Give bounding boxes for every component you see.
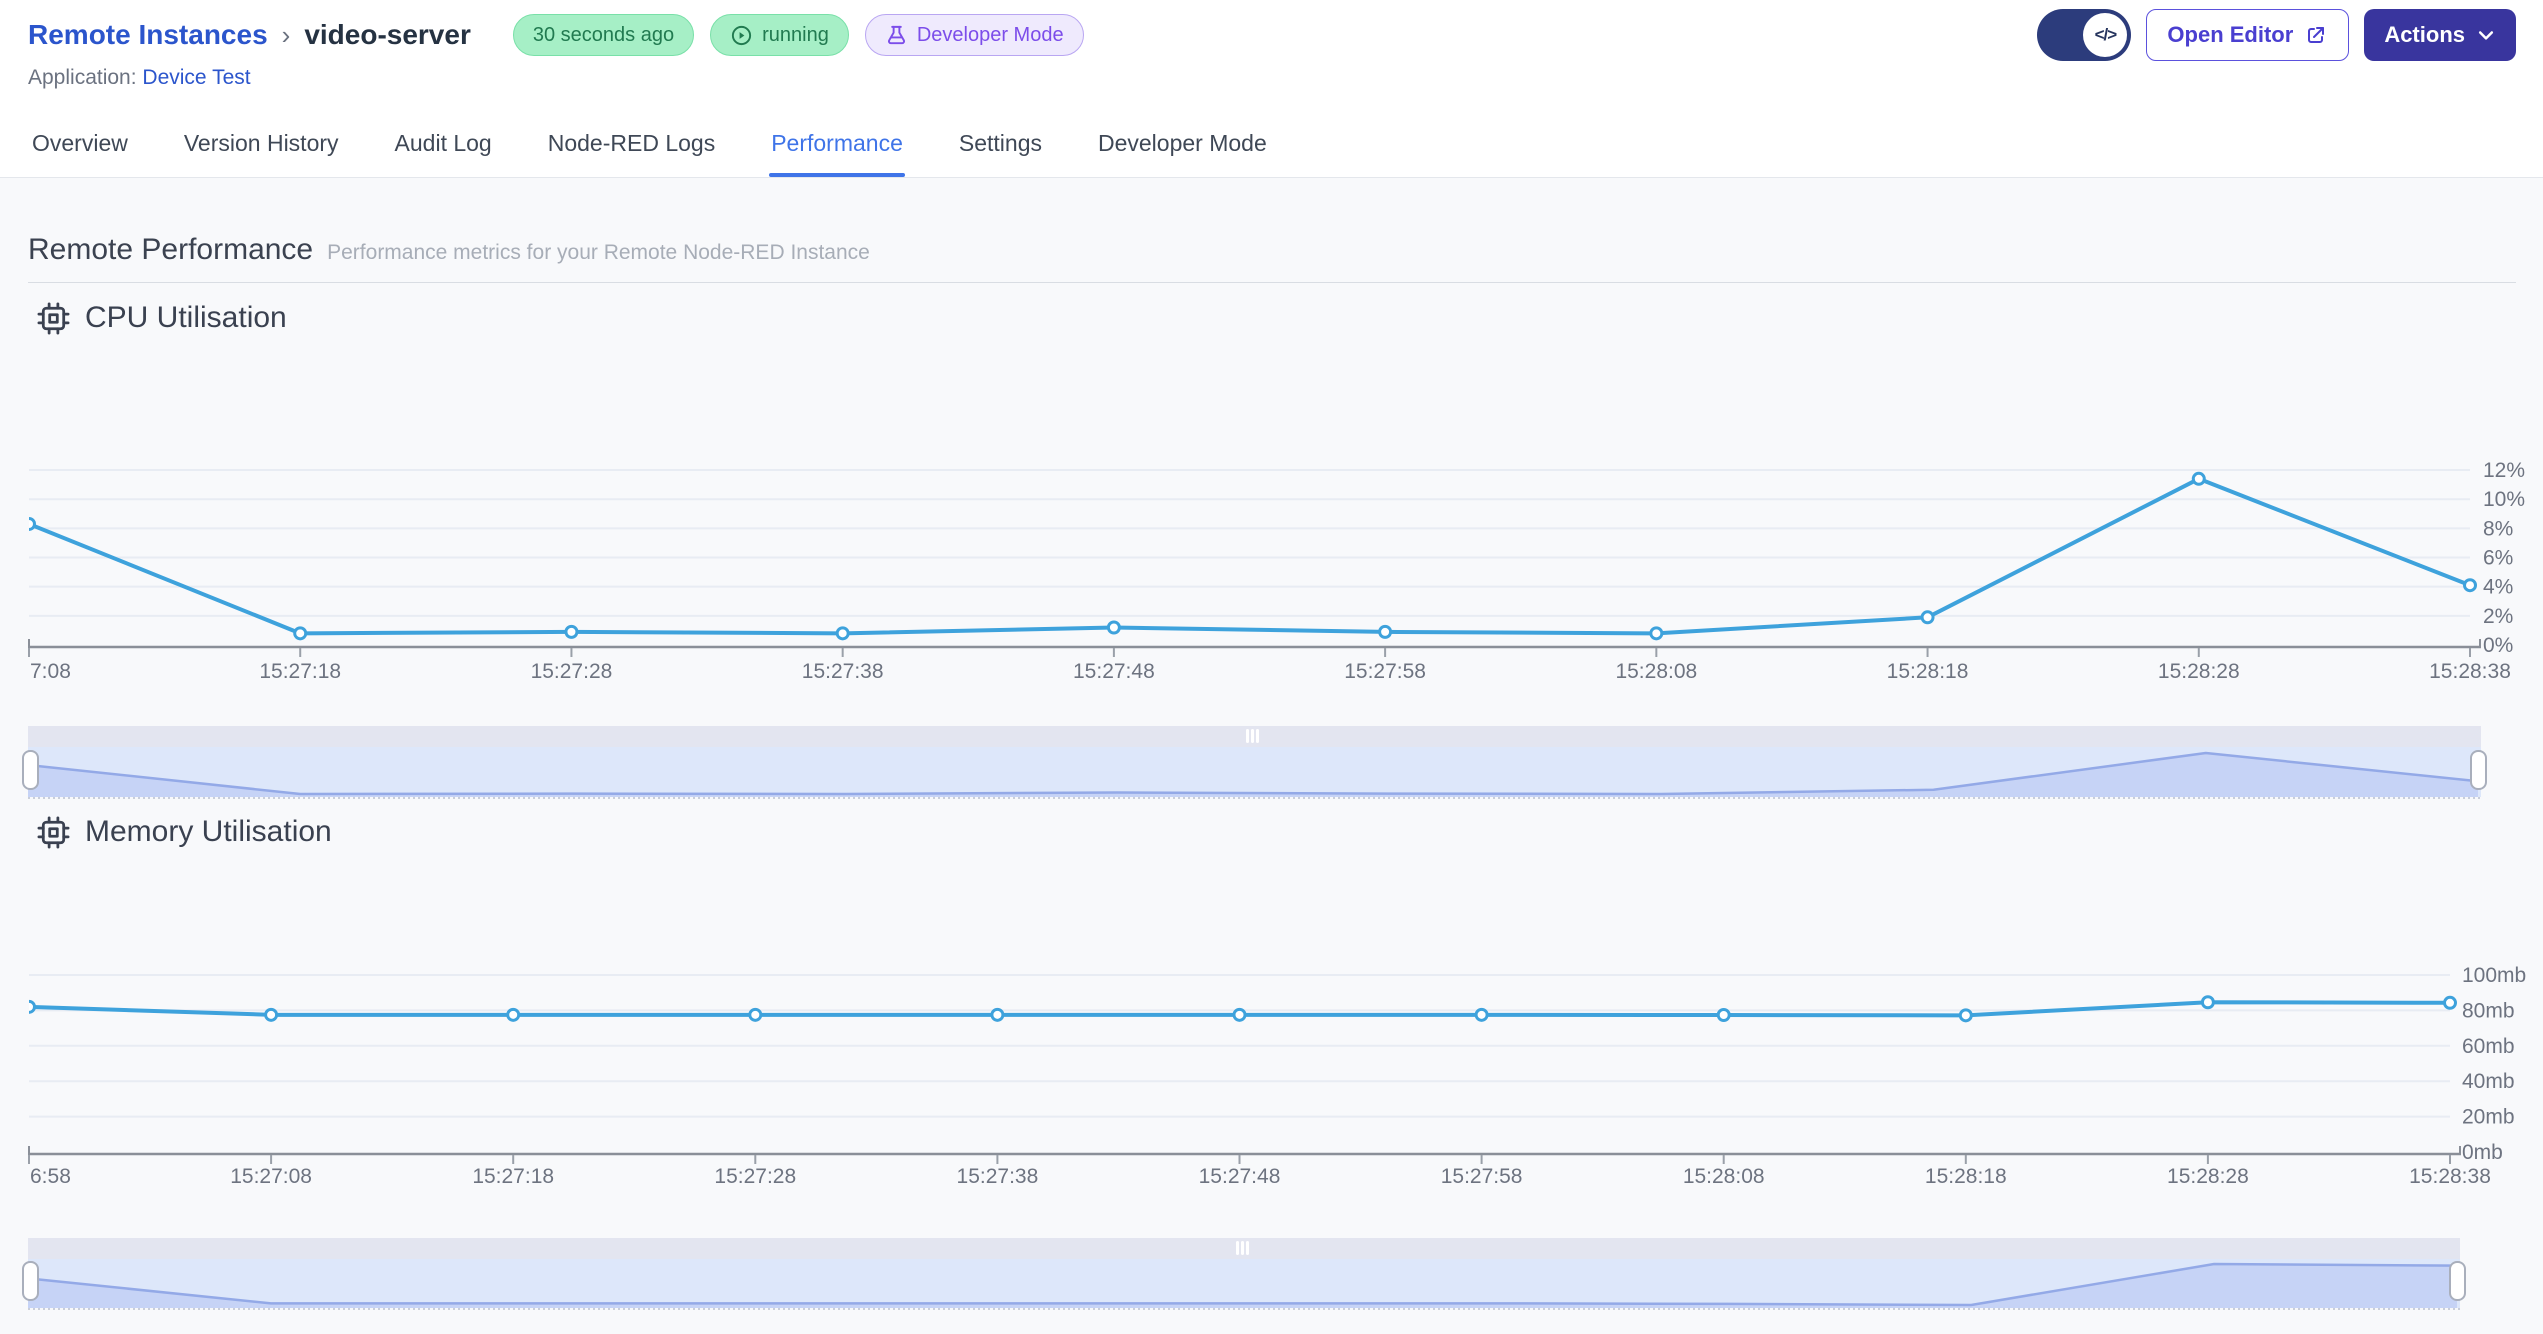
cpu-y-label: 10% (2483, 488, 2525, 511)
memory-x-label: 15:27:38 (957, 1165, 1039, 1188)
cpu-brush-grip-icon[interactable] (1246, 729, 1249, 743)
memory-point (2200, 995, 2215, 1010)
cpu-x-label: 15:27:28 (531, 660, 613, 683)
memory-point (29, 999, 36, 1014)
cpu-point (564, 624, 579, 639)
memory-point (1958, 1008, 1973, 1023)
memory-brush-grip-icon[interactable] (1246, 1241, 1249, 1255)
cpu-brush-grip-icon[interactable] (1256, 729, 1259, 743)
charts-layer: 7:08 15:27:18 15:27:28 15:27:38 15:27:48 15:2… (22, 459, 2526, 1310)
memory-x-label: 15:27:58 (1441, 1165, 1523, 1188)
memory-y-label: 100mb (2462, 964, 2526, 987)
cpu-point (835, 626, 850, 641)
cpu-y-label: 0% (2483, 634, 2513, 657)
cpu-point (1649, 626, 1664, 641)
memory-y-label: 80mb (2462, 999, 2515, 1022)
cpu-point (1920, 610, 1935, 625)
cpu-x-label: 15:27:38 (802, 660, 884, 683)
memory-x-label: 15:27:18 (472, 1165, 554, 1188)
cpu-x-label: 7:08 (30, 660, 71, 683)
cpu-point (29, 516, 36, 531)
memory-point (748, 1007, 763, 1022)
memory-y-label: 40mb (2462, 1070, 2515, 1093)
cpu-brush-left-handle[interactable] (22, 750, 39, 790)
memory-point (264, 1007, 279, 1022)
memory-x-label: 15:28:08 (1683, 1165, 1765, 1188)
cpu-x-label: 15:28:18 (1887, 660, 1969, 683)
memory-x-label: 15:27:28 (714, 1165, 796, 1188)
memory-point (1232, 1007, 1247, 1022)
memory-point (1474, 1007, 1489, 1022)
cpu-x-label: 15:27:58 (1344, 660, 1426, 683)
memory-point (2443, 995, 2457, 1010)
cpu-y-label: 2% (2483, 605, 2513, 628)
memory-x-label: 15:28:28 (2167, 1165, 2249, 1188)
memory-brush-grip-icon[interactable] (1236, 1241, 1239, 1255)
memory-series (29, 995, 2457, 1023)
memory-x-label: 15:27:48 (1199, 1165, 1281, 1188)
cpu-point (1378, 624, 1393, 639)
cpu-series (29, 471, 2477, 641)
cpu-y-label: 12% (2483, 459, 2525, 482)
cpu-point (293, 626, 308, 641)
memory-brush-grip-icon[interactable] (1241, 1241, 1244, 1255)
cpu-x-label: 15:27:48 (1073, 660, 1155, 683)
memory-y-label: 20mb (2462, 1106, 2515, 1129)
cpu-x-label: 15:27:18 (259, 660, 341, 683)
cpu-line (29, 476, 2472, 636)
memory-y-label: 60mb (2462, 1035, 2515, 1058)
memory-brush-left-handle[interactable] (22, 1261, 39, 1301)
memory-brush-right-handle[interactable] (2449, 1261, 2466, 1301)
memory-y-label: 0mb (2462, 1141, 2503, 1164)
memory-x-label: 15:27:08 (230, 1165, 312, 1188)
cpu-x-label: 15:28:28 (2158, 660, 2240, 683)
memory-point (506, 1007, 521, 1022)
memory-x-label: 15:28:38 (2409, 1165, 2491, 1188)
cpu-y-label: 6% (2483, 547, 2513, 570)
cpu-brush-grip-icon[interactable] (1251, 729, 1254, 743)
cpu-point (2191, 471, 2206, 486)
page-root: Remote Instances › video-server 30 secon… (0, 0, 2543, 1334)
cpu-y-label: 8% (2483, 517, 2513, 540)
cpu-y-label: 4% (2483, 576, 2513, 599)
cpu-brush-right-handle[interactable] (2470, 750, 2487, 790)
cpu-x-label: 15:28:08 (1615, 660, 1697, 683)
cpu-point (2463, 578, 2477, 593)
memory-x-label: 6:58 (30, 1165, 71, 1188)
cpu-brush-drag-strip[interactable] (28, 726, 2481, 747)
memory-point (990, 1007, 1005, 1022)
cpu-x-label: 15:28:38 (2429, 660, 2511, 683)
memory-x-label: 15:28:18 (1925, 1165, 2007, 1188)
cpu-point (1106, 620, 1121, 635)
memory-point (1716, 1008, 1731, 1023)
